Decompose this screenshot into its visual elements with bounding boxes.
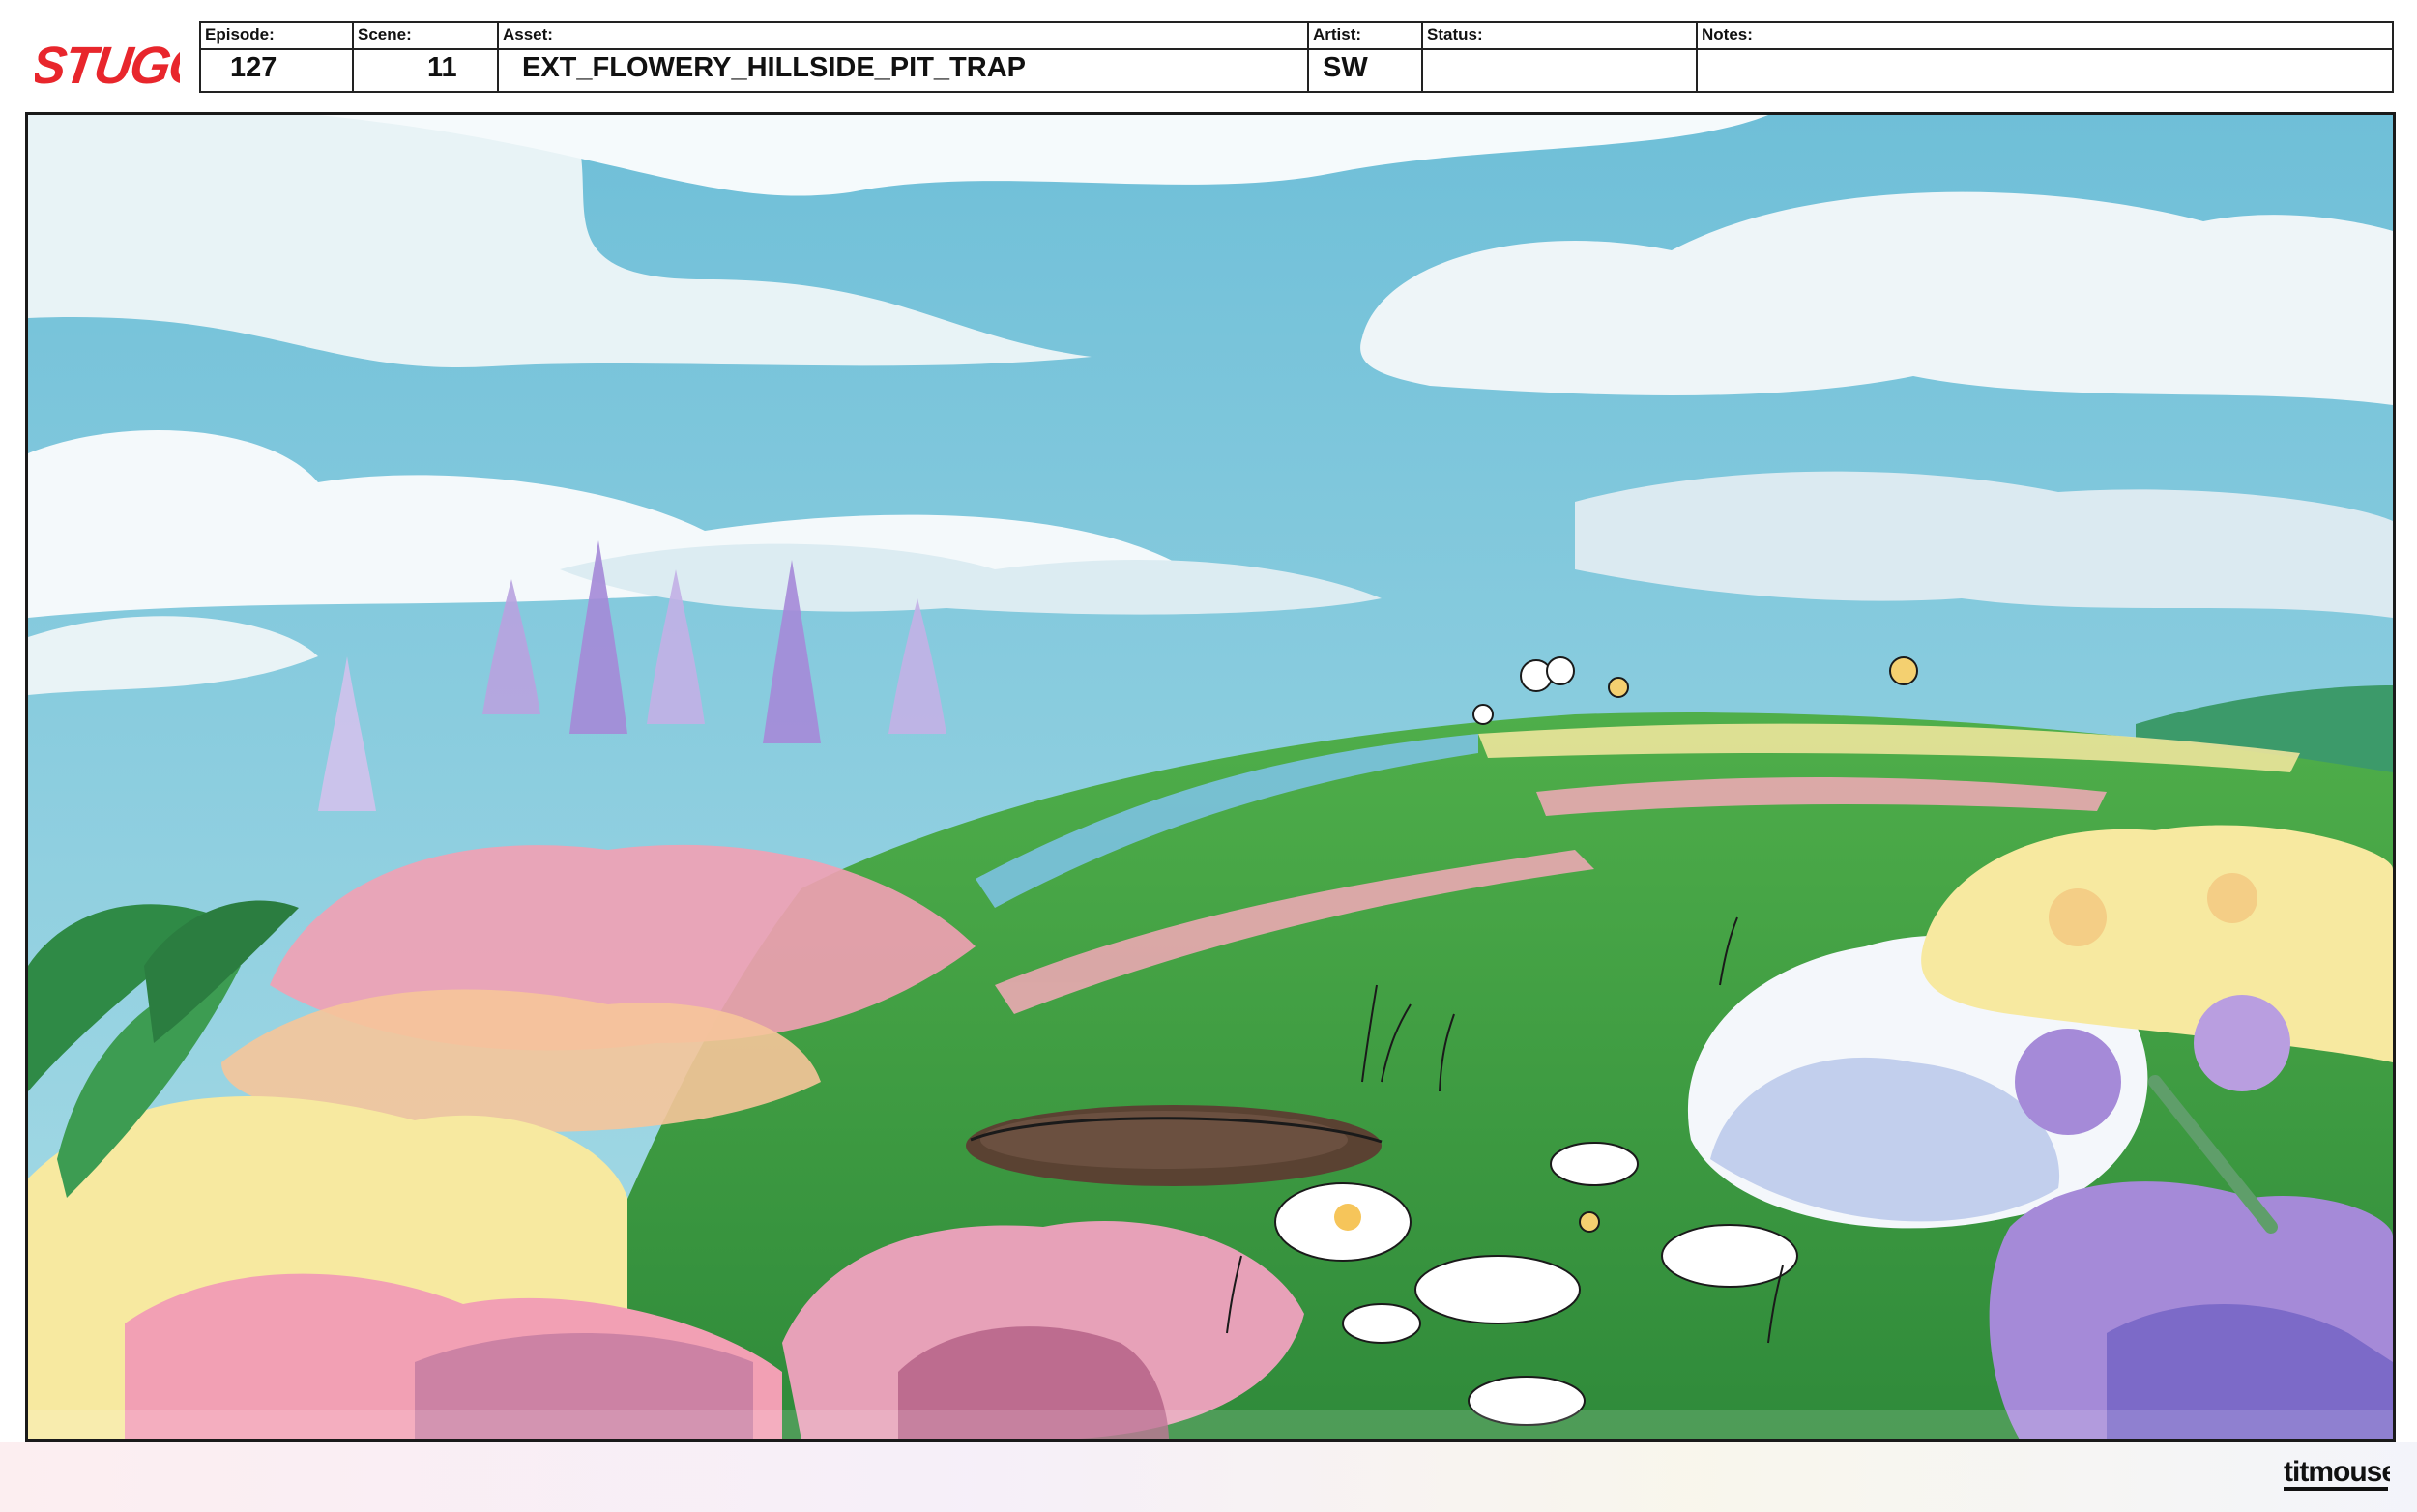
status-cell: Status: — [1423, 23, 1698, 91]
artist-cell: Artist: SW — [1309, 23, 1423, 91]
scene-cell: Scene: 11 — [354, 23, 499, 91]
production-slate: Episode: 127 Scene: 11 Asset: EXT_FLOWER… — [199, 21, 2394, 93]
studio-logo: titmouse — [2284, 1450, 2398, 1495]
episode-label: Episode: — [205, 25, 275, 44]
episode-cell: Episode: 127 — [201, 23, 354, 91]
artist-value: SW — [1323, 52, 1368, 83]
scene-label: Scene: — [358, 25, 412, 44]
status-label: Status: — [1427, 25, 1483, 44]
notes-cell: Notes: — [1698, 23, 2392, 91]
scene-value: 11 — [427, 52, 457, 83]
artist-label: Artist: — [1313, 25, 1362, 44]
bottom-strip — [0, 1442, 2417, 1512]
pit-trap — [966, 1105, 1383, 1186]
show-logo: STUGO — [27, 29, 213, 97]
asset-cell: Asset: EXT_FLOWERY_HILLSIDE_PIT_TRAP — [499, 23, 1309, 91]
background-artwork — [25, 112, 2396, 1442]
episode-value: 127 — [230, 52, 277, 83]
notes-label: Notes: — [1702, 25, 1753, 44]
show-logo-text: STUGO — [35, 37, 180, 95]
asset-label: Asset: — [503, 25, 553, 44]
studio-logo-text: titmouse — [2284, 1456, 2390, 1488]
asset-value: EXT_FLOWERY_HILLSIDE_PIT_TRAP — [522, 52, 1026, 83]
